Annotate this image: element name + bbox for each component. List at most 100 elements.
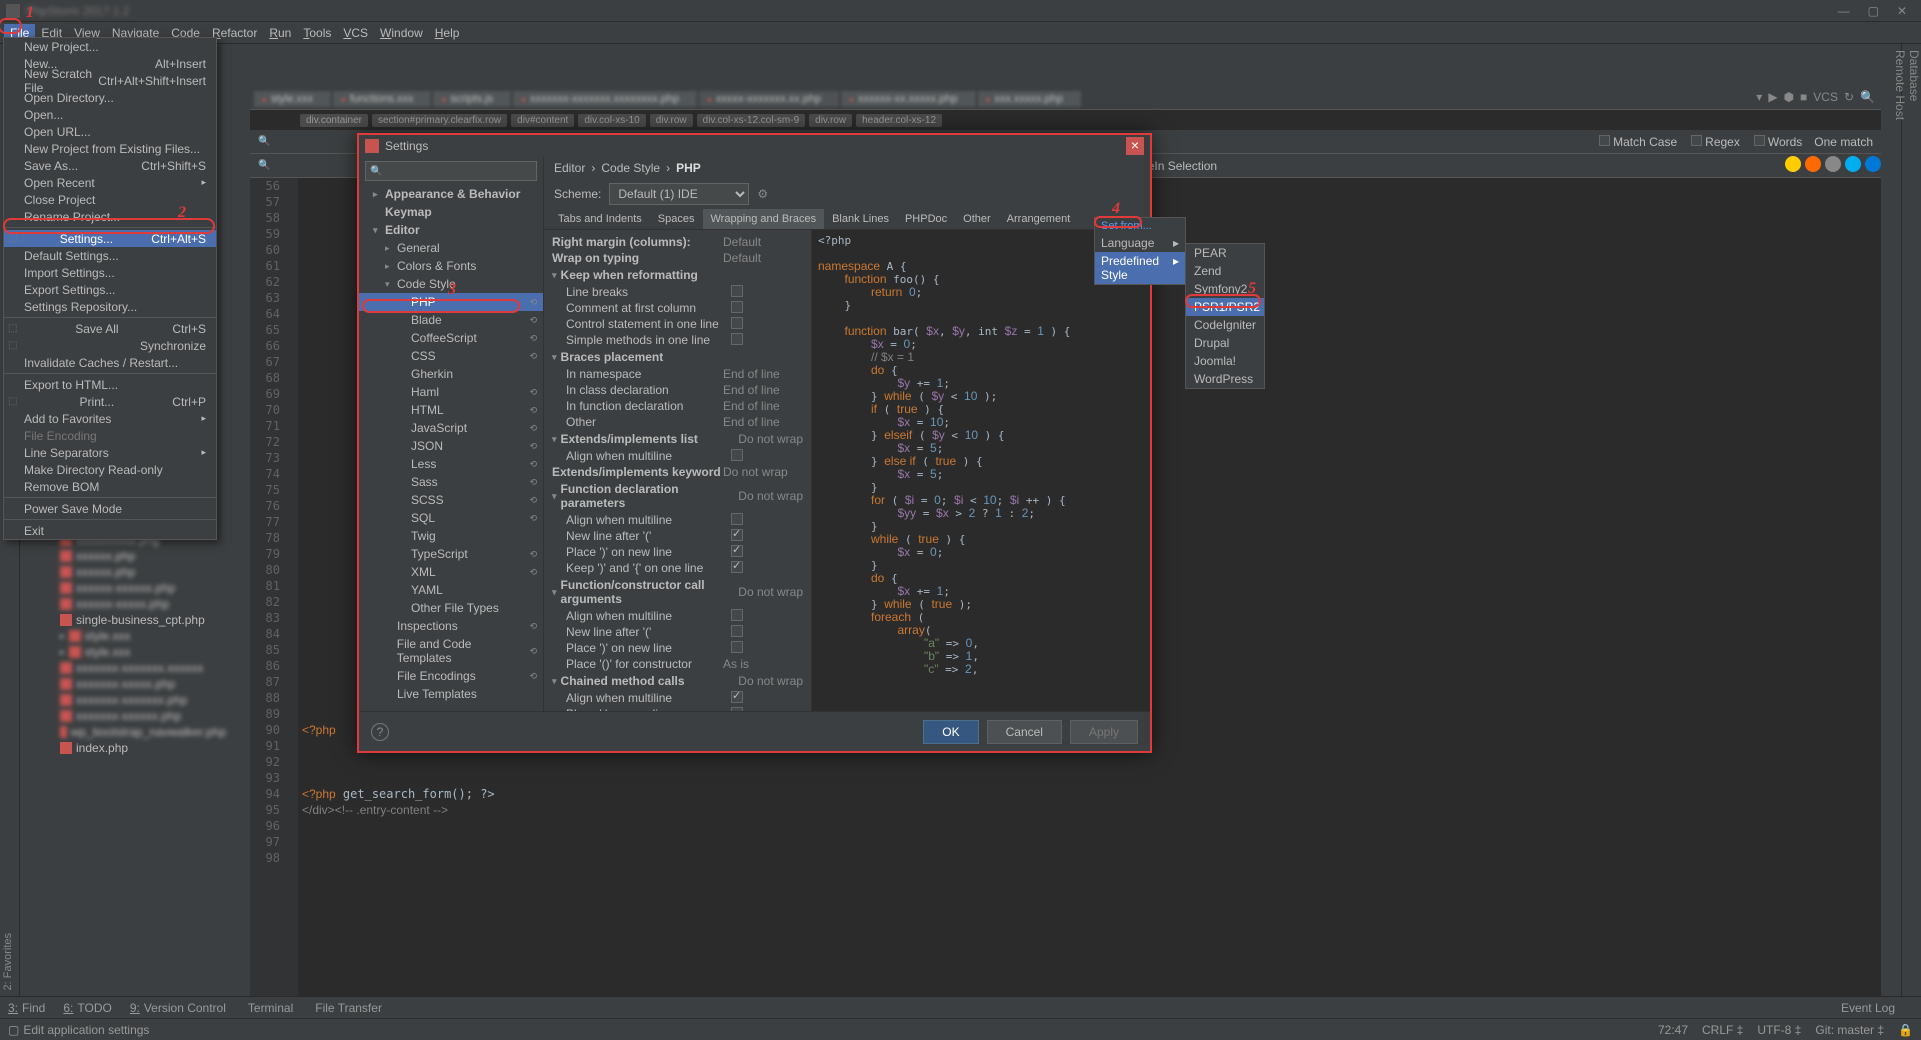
opt-checkbox[interactable] <box>731 691 743 703</box>
nav-coffeescript[interactable]: CoffeeScript⟲ <box>359 329 543 347</box>
opt-group[interactable]: Chained method callsDo not wrap <box>552 672 803 690</box>
status-item[interactable]: 72:47 <box>1658 1023 1688 1037</box>
gear-icon[interactable]: ⚙ <box>757 187 768 201</box>
ok-button[interactable]: OK <box>923 720 978 744</box>
opt-checkbox[interactable] <box>731 641 743 653</box>
set-from-predefined[interactable]: Predefined Style▸ <box>1095 252 1185 284</box>
style-zend[interactable]: Zend <box>1186 262 1264 280</box>
project-file[interactable]: ▸style.xxx <box>20 628 230 644</box>
settings-tab-tabs-and-indents[interactable]: Tabs and Indents <box>550 209 650 229</box>
settings-tab-other[interactable]: Other <box>955 209 999 229</box>
status-item[interactable]: Git: master ‡ <box>1815 1023 1884 1037</box>
file-menu-open-recent[interactable]: Open Recent▸ <box>4 174 216 191</box>
help-button[interactable]: ? <box>371 723 389 741</box>
project-file[interactable]: xxxxxxx-xxxxxx.php <box>20 708 230 724</box>
find-opt[interactable]: Match Case <box>1599 135 1677 149</box>
opt-group[interactable]: Extends/implements listDo not wrap <box>552 430 803 448</box>
debug-icon[interactable]: ⬢ <box>1784 90 1794 104</box>
editor-tab[interactable]: functions.xxx <box>333 91 431 107</box>
nav-json[interactable]: JSON⟲ <box>359 437 543 455</box>
settings-tab-wrapping-and-braces[interactable]: Wrapping and Braces <box>703 209 825 229</box>
breadcrumb-item[interactable]: div#content <box>511 114 574 127</box>
right-tab-database[interactable]: Database <box>1907 50 1921 998</box>
editor-tab[interactable]: xxx.xxxxx.php <box>978 91 1081 107</box>
file-menu-save-as-[interactable]: Save As...Ctrl+Shift+S <box>4 157 216 174</box>
breadcrumb-item[interactable]: div.row <box>809 114 852 127</box>
sync-icon[interactable]: ↻ <box>1844 90 1854 104</box>
project-file[interactable]: xxxxxx-xxxxx.php <box>20 596 230 612</box>
nav-sql[interactable]: SQL⟲ <box>359 509 543 527</box>
tool-window-file-transfer[interactable]: File Transfer <box>311 1001 382 1015</box>
file-menu-make-directory-read-only[interactable]: Make Directory Read-only <box>4 461 216 478</box>
file-menu-power-save-mode[interactable]: Power Save Mode <box>4 500 216 517</box>
nav-file-and-code-templates[interactable]: File and Code Templates⟲ <box>359 635 543 667</box>
project-file[interactable]: wp_bootstrap_navwalker.php <box>20 724 230 740</box>
close-button[interactable]: ✕ <box>1897 4 1907 18</box>
style-drupal[interactable]: Drupal <box>1186 334 1264 352</box>
opt-checkbox[interactable] <box>731 333 743 345</box>
file-menu-add-to-favorites[interactable]: Add to Favorites▸ <box>4 410 216 427</box>
find-opt[interactable]: Regex <box>1691 135 1740 149</box>
settings-search-input[interactable] <box>365 161 537 181</box>
opt-group[interactable]: Function/constructor call argumentsDo no… <box>552 576 803 608</box>
opt-checkbox[interactable] <box>731 625 743 637</box>
vcs-icon[interactable]: VCS <box>1813 90 1838 104</box>
opt-checkbox[interactable] <box>731 513 743 525</box>
style-pear[interactable]: PEAR <box>1186 244 1264 262</box>
dropdown-icon[interactable]: ▾ <box>1756 90 1762 104</box>
opt-checkbox[interactable] <box>731 449 743 461</box>
event-log[interactable]: Event Log <box>1841 1001 1895 1015</box>
file-menu-export-settings-[interactable]: Export Settings... <box>4 281 216 298</box>
nav-blade[interactable]: Blade⟲ <box>359 311 543 329</box>
nav-appearance-behavior[interactable]: ▸Appearance & Behavior <box>359 185 543 203</box>
tool-window-version-control[interactable]: 9: Version Control <box>130 1001 226 1015</box>
file-menu-save-all[interactable]: Save AllCtrl+S <box>4 320 216 337</box>
file-menu-open-url-[interactable]: Open URL... <box>4 123 216 140</box>
file-menu-open-[interactable]: Open... <box>4 106 216 123</box>
nav-less[interactable]: Less⟲ <box>359 455 543 473</box>
nav-other-file-types[interactable]: Other File Types <box>359 599 543 617</box>
nav-keymap[interactable]: Keymap <box>359 203 543 221</box>
opt-group[interactable]: Function declaration parametersDo not wr… <box>552 480 803 512</box>
settings-tab-blank-lines[interactable]: Blank Lines <box>824 209 897 229</box>
scheme-select[interactable]: Default (1) IDE <box>609 183 749 205</box>
nav-scss[interactable]: SCSS⟲ <box>359 491 543 509</box>
project-file[interactable]: xxxxxx.php <box>20 548 230 564</box>
menu-run[interactable]: Run <box>263 24 297 42</box>
settings-tab-phpdoc[interactable]: PHPDoc <box>897 209 955 229</box>
nav-file-encodings[interactable]: File Encodings⟲ <box>359 667 543 685</box>
nav-general[interactable]: ▸General <box>359 239 543 257</box>
opt-checkbox[interactable] <box>731 545 743 557</box>
opt-group[interactable]: Braces placement <box>552 348 803 366</box>
file-menu-export-to-html-[interactable]: Export to HTML... <box>4 376 216 393</box>
breadcrumb-item[interactable]: div.row <box>650 114 693 127</box>
stop-icon[interactable]: ■ <box>1800 90 1807 104</box>
ie-icon[interactable] <box>1865 156 1881 172</box>
editor-tab[interactable]: xxxxx-xxxxxxx.xx.php <box>699 91 839 107</box>
project-file[interactable]: xxxxxxx-xxxxxxx.php <box>20 692 230 708</box>
project-file[interactable]: xxxxxx-xxxxxx.php <box>20 580 230 596</box>
nav-inspections[interactable]: Inspections⟲ <box>359 617 543 635</box>
safari-icon[interactable] <box>1825 156 1841 172</box>
nav-live-templates[interactable]: Live Templates <box>359 685 543 703</box>
breadcrumb-item[interactable]: div.col-xs-12.col-sm-9 <box>697 114 806 127</box>
breadcrumb-item[interactable]: div.container <box>300 114 368 127</box>
tool-window-todo[interactable]: 6: TODO <box>63 1001 111 1015</box>
settings-tab-spaces[interactable]: Spaces <box>650 209 703 229</box>
menu-help[interactable]: Help <box>429 24 466 42</box>
nav-editor[interactable]: ▾Editor <box>359 221 543 239</box>
nav-sass[interactable]: Sass⟲ <box>359 473 543 491</box>
replace-opt[interactable]: In Selection <box>1154 159 1217 173</box>
status-item[interactable]: UTF-8 ‡ <box>1757 1023 1801 1037</box>
style-codeigniter[interactable]: CodeIgniter <box>1186 316 1264 334</box>
file-menu-print-[interactable]: Print...Ctrl+P <box>4 393 216 410</box>
file-menu-exit[interactable]: Exit <box>4 522 216 539</box>
nav-yaml[interactable]: YAML <box>359 581 543 599</box>
file-menu-settings-repository-[interactable]: Settings Repository... <box>4 298 216 315</box>
breadcrumb-item[interactable]: header.col-xs-12 <box>856 114 942 127</box>
search-icon[interactable]: 🔍 <box>1860 90 1875 104</box>
opt-checkbox[interactable] <box>731 317 743 329</box>
style-wordpress[interactable]: WordPress <box>1186 370 1264 388</box>
nav-css[interactable]: CSS⟲ <box>359 347 543 365</box>
find-opt[interactable]: Words <box>1754 135 1802 149</box>
